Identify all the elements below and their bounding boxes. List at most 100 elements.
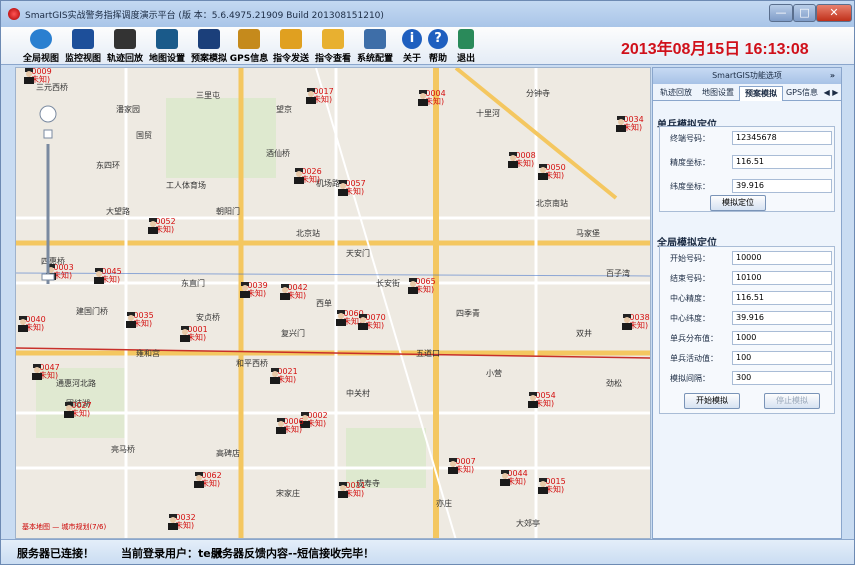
zoom-slider[interactable]	[38, 104, 58, 294]
map-place-label: 望京	[276, 105, 292, 114]
toolbar-send-command-button[interactable]: 指令发送	[271, 29, 311, 64]
police-officer-icon	[194, 472, 204, 488]
map-place-label: 雍和宫	[136, 349, 160, 358]
unit-marker[interactable]: 10001 (未知)	[178, 326, 212, 362]
unit-marker[interactable]: 10034 (未知)	[614, 116, 648, 152]
longitude-label: 精度坐标：	[670, 158, 710, 167]
longitude-field[interactable]: 116.51	[732, 155, 832, 169]
unit-marker[interactable]: 10040 (未知)	[16, 316, 50, 352]
maximize-button[interactable]: □	[793, 4, 816, 22]
map-place-label: 朝阳门	[216, 207, 240, 216]
map-place-label: 宋家庄	[276, 489, 300, 498]
toolbar-about-button[interactable]: i 关于	[399, 29, 425, 64]
toolbar-view-command-button[interactable]: 指令查看	[313, 29, 353, 64]
toolbar-label: 退出	[456, 54, 475, 64]
center-longitude-field[interactable]: 116.51	[732, 291, 832, 305]
tab-gps-info[interactable]: GPS信息	[783, 86, 821, 101]
toolbar-label: 指令查看	[314, 54, 351, 64]
tab-scroll-arrows[interactable]: ◀ ▶	[821, 86, 841, 101]
map-place-label: 三里屯	[196, 91, 220, 100]
toolbar-label: 全局视图	[22, 54, 59, 64]
police-officer-icon	[500, 470, 510, 486]
map-place-label: 安贞桥	[196, 313, 220, 322]
unit-marker[interactable]: 10027 (未知)	[62, 402, 96, 438]
toolbar-track-playback-button[interactable]: 轨迹回放	[105, 29, 145, 64]
unit-marker[interactable]: 10032 (未知)	[166, 514, 200, 538]
toolbar-global-view-button[interactable]: 全局视图	[21, 29, 61, 64]
panel-collapse-icon[interactable]: »	[830, 68, 835, 84]
unit-marker[interactable]: 10047 (未知)	[30, 364, 64, 400]
tab-plan-simulation[interactable]: 预案模拟	[739, 86, 783, 101]
unit-marker[interactable]: 10006 (未知)	[274, 418, 308, 454]
map-place-label: 劲松	[606, 379, 622, 388]
tab-map-settings[interactable]: 地图设置	[697, 86, 739, 101]
unit-marker[interactable]: 10065 (未知)	[406, 278, 440, 314]
toolbar-monitor-view-button[interactable]: 监控视图	[63, 29, 103, 64]
map-place-label: 亮马桥	[111, 445, 135, 454]
unit-marker[interactable]: 10050 (未知)	[536, 164, 570, 200]
unit-marker[interactable]: 10042 (未知)	[278, 284, 312, 320]
latitude-field[interactable]: 39.916	[732, 179, 832, 193]
unit-marker[interactable]: 10004 (未知)	[416, 90, 450, 126]
unit-marker[interactable]: 10039 (未知)	[238, 282, 272, 318]
tab-track-playback[interactable]: 轨迹回放	[655, 86, 697, 101]
unit-marker[interactable]: 10035 (未知)	[124, 312, 158, 348]
unit-marker[interactable]: 10015 (未知)	[536, 478, 570, 514]
unit-marker[interactable]: 10021 (未知)	[268, 368, 302, 404]
police-officer-icon	[32, 364, 42, 380]
center-latitude-field[interactable]: 39.916	[732, 311, 832, 325]
map-place-label: 酒仙桥	[266, 149, 290, 158]
activity-field[interactable]: 100	[732, 351, 832, 365]
locate-button[interactable]: 模拟定位	[710, 195, 766, 211]
map-place-label: 四季青	[456, 309, 480, 318]
police-officer-icon	[538, 164, 548, 180]
unit-marker[interactable]: 10052 (未知)	[146, 218, 180, 254]
toolbar-system-config-button[interactable]: 系统配置	[355, 29, 395, 64]
unit-marker[interactable]: 10038 (未知)	[620, 314, 650, 350]
terminal-label: 终端号码：	[670, 134, 710, 143]
unit-marker[interactable]: 10007 (未知)	[446, 458, 480, 494]
police-officer-icon	[338, 482, 348, 498]
unit-marker[interactable]: 10011 (未知)	[336, 482, 370, 518]
simulate-icon	[198, 29, 220, 49]
end-number-field[interactable]: 10100	[732, 271, 832, 285]
toolbar-label: 地图设置	[148, 54, 185, 64]
monitor-icon	[72, 29, 94, 49]
start-number-field[interactable]: 10000	[732, 251, 832, 265]
toolbar-exit-button[interactable]: 退出	[453, 29, 479, 64]
map-place-label: 天安门	[346, 249, 370, 258]
map-place-label: 中关村	[346, 389, 370, 398]
map-settings-icon	[156, 29, 178, 49]
unit-marker[interactable]: 10026 (未知)	[292, 168, 326, 204]
unit-marker[interactable]: 10008 (未知)	[506, 152, 540, 188]
close-button[interactable]: ✕	[816, 4, 852, 22]
toolbar-plan-simulation-button[interactable]: 预案模拟	[189, 29, 229, 64]
terminal-field[interactable]: 12345678	[732, 131, 832, 145]
toolbar-label: 关于	[402, 54, 421, 64]
unit-marker[interactable]: 10062 (未知)	[192, 472, 226, 508]
unit-marker[interactable]: 10057 (未知)	[336, 180, 370, 216]
map-scale-text: 基本地图 — 城市规划(7/6)	[22, 523, 107, 531]
unit-marker[interactable]: 10070 (未知)	[356, 314, 390, 350]
toolbar-label: 轨迹回放	[106, 54, 143, 64]
spread-field[interactable]: 1000	[732, 331, 832, 345]
panel-tabs: 轨迹回放 地图设置 预案模拟 GPS信息 ◀ ▶	[653, 85, 841, 101]
unit-marker[interactable]: 10045 (未知)	[92, 268, 126, 304]
toolbar-help-button[interactable]: ? 帮助	[425, 29, 451, 64]
map-view[interactable]: 三元西桥 潘家园 东四环 国贸 大望路 四惠桥 建国门桥 雍和宫 团结湖 亮马桥 三里屯 工人体育场朝…	[15, 67, 651, 539]
unit-marker[interactable]: 10017 (未知)	[304, 88, 338, 124]
toolbar-gps-info-button[interactable]: GPS信息	[229, 29, 269, 64]
police-officer-icon	[276, 418, 286, 434]
unit-marker[interactable]: 10044 (未知)	[498, 470, 532, 506]
toolbar-map-settings-button[interactable]: 地图设置	[147, 29, 187, 64]
minimize-button[interactable]: —	[769, 4, 793, 22]
unit-marker[interactable]: 10054 (未知)	[526, 392, 560, 428]
police-officer-icon	[528, 392, 538, 408]
toolbar-label: 系统配置	[356, 54, 393, 64]
start-simulation-button[interactable]: 开始模拟	[684, 393, 740, 409]
interval-field[interactable]: 300	[732, 371, 832, 385]
latitude-label: 纬度坐标：	[670, 182, 710, 191]
zoom-control[interactable]	[38, 104, 58, 294]
panel-title: SmartGIS功能选项	[712, 71, 782, 80]
unit-marker[interactable]: 10009 (未知)	[22, 68, 56, 104]
